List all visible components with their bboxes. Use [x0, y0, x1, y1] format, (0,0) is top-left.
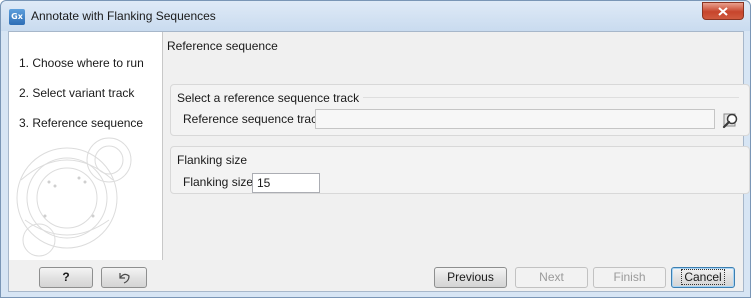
- reference-track-group: Select a reference sequence track Refere…: [170, 84, 750, 136]
- dialog-footer: ? Previous Next Finish Cancel: [9, 260, 743, 291]
- reference-track-label: Reference sequence track: [183, 112, 324, 126]
- title-bar[interactable]: Gx Annotate with Flanking Sequences: [1, 1, 750, 31]
- cancel-button[interactable]: Cancel: [671, 267, 735, 288]
- dialog-body: 1. Choose where to run 2. Select variant…: [8, 31, 750, 292]
- decorative-circles-watermark: [16, 137, 132, 257]
- reference-track-field[interactable]: [315, 109, 715, 129]
- app-icon: Gx: [9, 9, 25, 25]
- previous-button[interactable]: Previous: [434, 267, 507, 288]
- reset-button[interactable]: [101, 267, 147, 288]
- close-icon: [718, 7, 728, 16]
- section-header: Reference sequence: [167, 39, 278, 53]
- reference-group-title: Select a reference sequence track: [177, 91, 364, 105]
- flanking-size-input[interactable]: 15: [252, 173, 320, 193]
- cancel-button-label: Cancel: [681, 269, 725, 285]
- finish-button[interactable]: Finish: [593, 267, 666, 288]
- wizard-content: Reference sequence Select a reference se…: [164, 32, 750, 260]
- browse-icon[interactable]: [721, 110, 741, 130]
- wizard-step-select-variant-track[interactable]: 2. Select variant track: [19, 86, 134, 100]
- flanking-size-group: Flanking size Flanking size 15: [170, 146, 750, 194]
- wizard-step-choose-where-to-run[interactable]: 1. Choose where to run: [19, 56, 144, 70]
- next-button[interactable]: Next: [515, 267, 588, 288]
- dialog-window: Gx Annotate with Flanking Sequences 1. C…: [0, 0, 751, 298]
- group-divider: [341, 97, 739, 98]
- flanking-group-title: Flanking size: [177, 153, 252, 167]
- window-title: Annotate with Flanking Sequences: [31, 9, 216, 23]
- close-button[interactable]: [702, 2, 744, 20]
- help-button[interactable]: ?: [39, 267, 93, 288]
- reset-arrow-icon: [119, 273, 130, 284]
- flanking-size-label: Flanking size: [183, 175, 254, 189]
- wizard-steps-panel: 1. Choose where to run 2. Select variant…: [9, 32, 163, 260]
